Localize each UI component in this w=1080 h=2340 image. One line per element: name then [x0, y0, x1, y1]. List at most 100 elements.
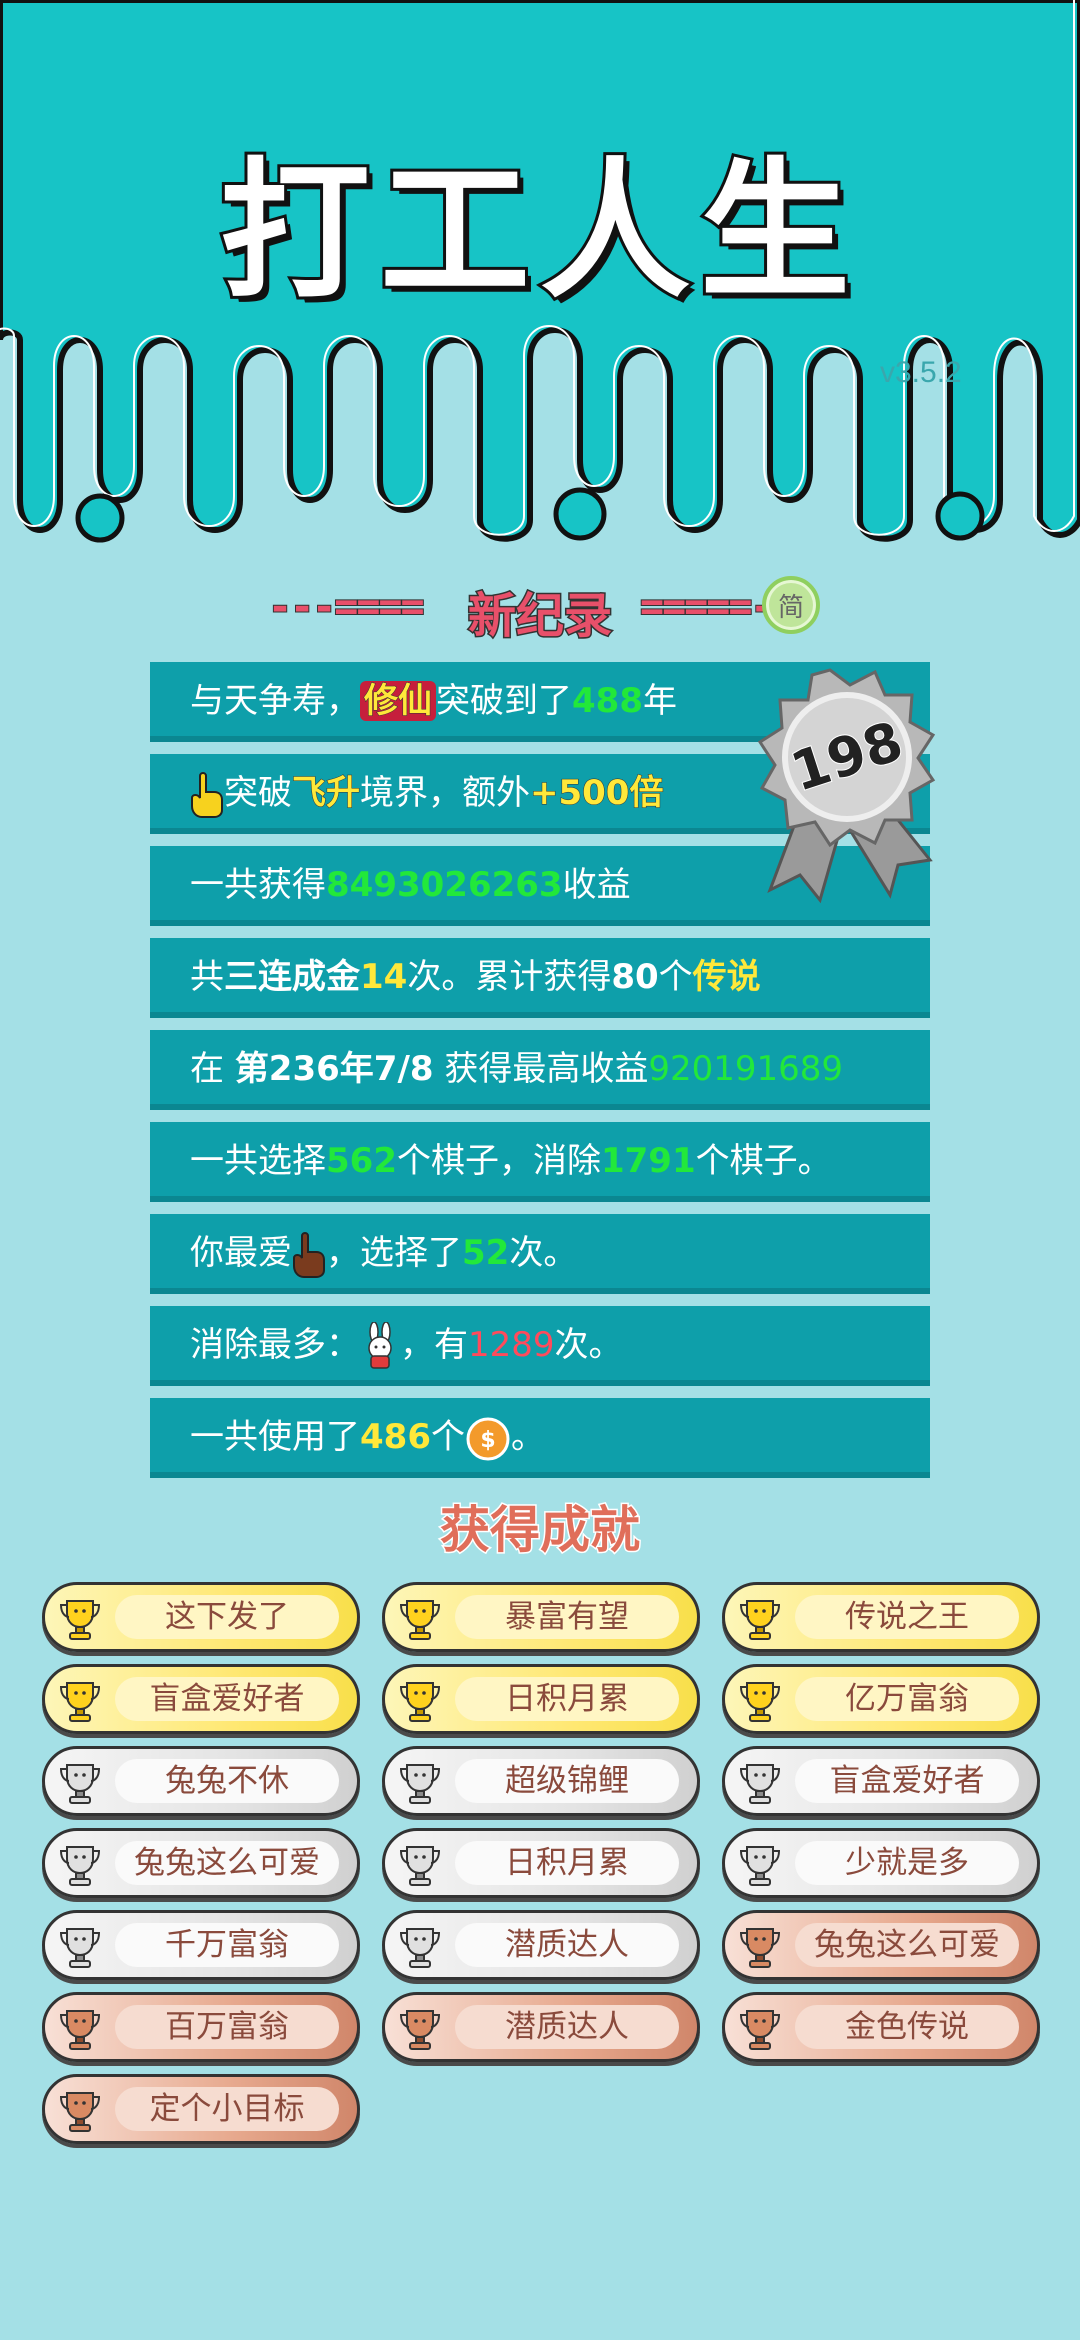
trophy-icon	[739, 2010, 781, 2050]
achievement-badge[interactable]: 兔兔这么可爱	[722, 1910, 1040, 1980]
achievement-badge[interactable]: 潜质达人	[382, 1992, 700, 2062]
achievement-badge[interactable]: 潜质达人	[382, 1910, 700, 1980]
stat-value: 562	[326, 1141, 397, 1181]
stat-row-favorite: 你最爱 ，选择了52次。	[150, 1214, 930, 1294]
trophy-icon	[59, 2092, 101, 2132]
trophy-icon	[399, 1928, 441, 1968]
achievement-label: 兔兔这么可爱	[134, 1845, 320, 1881]
achievement-badge[interactable]: 超级锦鲤	[382, 1746, 700, 1816]
trophy-icon	[399, 2010, 441, 2050]
achievement-label: 潜质达人	[505, 1927, 629, 1963]
trophy-icon	[739, 1846, 781, 1886]
stat-text: 。	[510, 1417, 545, 1457]
game-title: 打工人生	[217, 142, 860, 322]
stat-text: 一共使用了	[190, 1417, 360, 1457]
stat-text: 个棋子，消除	[396, 1141, 601, 1181]
stat-value: 486	[360, 1417, 431, 1457]
stat-text: 境界，额外	[360, 773, 530, 813]
stat-text: 突破到了	[436, 681, 572, 721]
stat-text: 次。	[554, 1325, 623, 1365]
achievement-badge[interactable]: 千万富翁	[42, 1910, 360, 1980]
achievement-badge[interactable]: 兔兔不休	[42, 1746, 360, 1816]
achievement-label: 暴富有望	[505, 1599, 629, 1635]
stat-text: 突破	[224, 773, 292, 813]
achievement-label: 兔兔这么可爱	[814, 1927, 1000, 1963]
stat-text: 消除最多：	[190, 1325, 360, 1365]
trophy-icon	[739, 1764, 781, 1804]
stat-highlight: 飞升	[292, 773, 361, 814]
new-record-bar: ---==== 新纪录 =====- 简	[0, 576, 1080, 646]
achievement-label: 盲盒爱好者	[829, 1763, 985, 1799]
achievement-badge[interactable]: 盲盒爱好者	[42, 1664, 360, 1734]
stat-text: 次。	[509, 1233, 578, 1273]
achievement-label: 百万富翁	[165, 2009, 289, 2045]
achievement-badge[interactable]: 少就是多	[722, 1828, 1040, 1898]
stat-highlight: 三连成金	[224, 957, 360, 997]
stat-text: 与天争寿，	[190, 681, 360, 721]
stat-value: 14	[360, 957, 408, 997]
stat-text: 共	[190, 957, 224, 997]
achievement-badge[interactable]: 定个小目标	[42, 2074, 360, 2144]
achievement-badge[interactable]: 金色传说	[722, 1992, 1040, 2062]
trophy-icon	[399, 1682, 441, 1722]
stat-value: 80	[611, 957, 659, 997]
achievement-badge[interactable]: 亿万富翁	[722, 1664, 1040, 1734]
stat-row-coins-used: 一共使用了486个 $ 。	[150, 1398, 930, 1478]
stat-text: ，选择了	[326, 1233, 462, 1273]
stat-value: 52	[462, 1233, 510, 1273]
achievement-label: 潜质达人	[505, 2009, 629, 2045]
rabbit-icon	[368, 1321, 392, 1369]
achievement-label: 亿万富翁	[845, 1681, 969, 1717]
achievement-badge[interactable]: 兔兔这么可爱	[42, 1828, 360, 1898]
trophy-icon	[59, 1928, 101, 1968]
achievement-label: 盲盒爱好者	[149, 1681, 305, 1717]
header: 打工人生 v3.5.2	[0, 0, 1080, 560]
achievement-badge[interactable]: 传说之王	[722, 1582, 1040, 1652]
trophy-icon	[59, 2010, 101, 2050]
trophy-icon	[399, 1764, 441, 1804]
trophy-icon	[739, 1600, 781, 1640]
stat-text: 个	[658, 957, 693, 997]
stat-text: 一共获得	[190, 865, 326, 905]
stat-text: 收益	[562, 865, 631, 905]
svg-text:$: $	[480, 1428, 495, 1453]
new-record-title: 新纪录	[466, 587, 613, 646]
achievement-badge[interactable]: 这下发了	[42, 1582, 360, 1652]
achievement-label: 千万富翁	[165, 1927, 289, 1963]
stat-row-highest-income: 在 第236年7/8 获得最高收益920191689	[150, 1030, 930, 1110]
achievement-label: 传说之王	[845, 1599, 969, 1635]
trophy-icon	[59, 1600, 101, 1640]
achievement-label: 日积月累	[505, 1681, 629, 1717]
version-label: v3.5.2	[880, 356, 962, 389]
achievement-badge[interactable]: 盲盒爱好者	[722, 1746, 1040, 1816]
achievement-label: 兔兔不休	[165, 1763, 289, 1799]
stat-value: 488	[572, 681, 643, 721]
coin-icon: $	[466, 1417, 510, 1460]
trophy-icon	[59, 1764, 101, 1804]
achievement-label: 日积月累	[505, 1845, 629, 1881]
achievement-badge[interactable]: 暴富有望	[382, 1582, 700, 1652]
stat-row-pieces: 一共选择562个棋子，消除1791个棋子。	[150, 1122, 930, 1202]
stat-value: 1289	[468, 1325, 555, 1365]
trophy-icon	[59, 1846, 101, 1886]
trophy-icon	[59, 1682, 101, 1722]
stat-text: 次。累计获得	[407, 957, 612, 997]
stat-text: 年	[642, 681, 677, 721]
stat-value: 1791	[600, 1141, 696, 1181]
record-medal-icon: 198	[757, 668, 936, 904]
achievement-badge[interactable]: 百万富翁	[42, 1992, 360, 2062]
stat-text: 在	[190, 1049, 235, 1089]
achievement-badge[interactable]: 日积月累	[382, 1664, 700, 1734]
achievement-badge[interactable]: 日积月累	[382, 1828, 700, 1898]
stat-text: 个	[430, 1417, 465, 1457]
pointing-hand-icon	[191, 771, 223, 818]
language-toggle-button[interactable]: 简	[762, 576, 820, 634]
stat-value: 8493026263	[326, 865, 563, 905]
achievement-label: 这下发了	[165, 1599, 289, 1635]
record-right-dashes: =====-	[639, 583, 775, 631]
stat-value: 920191689	[648, 1049, 844, 1089]
stat-highlight: 修仙	[360, 681, 436, 722]
trophy-icon	[399, 1600, 441, 1640]
achievement-label: 金色传说	[845, 2009, 969, 2045]
stat-text: 一共选择	[190, 1141, 326, 1181]
